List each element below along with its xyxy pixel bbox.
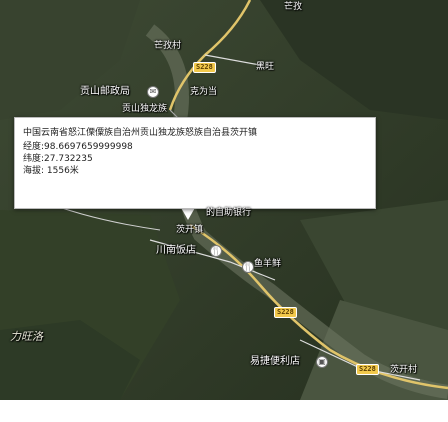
map-label-gongshan-dulong: 贡山独龙族 — [122, 104, 168, 114]
post-office-icon[interactable]: ✉ — [147, 86, 159, 98]
restaurant-icon[interactable]: 🍴 — [210, 245, 222, 257]
map-label-gongshan-post-office: 贡山邮政局 — [80, 86, 130, 97]
map-label-yijie-store: 易捷便利店 — [250, 356, 300, 367]
map-label-chakai-town: 茨开镇 — [176, 225, 204, 235]
restaurant-icon[interactable]: 🍴 — [242, 261, 254, 273]
map-label-liwangluo: 力旺洛 — [10, 330, 43, 343]
popup-latitude: 纬度:27.732235 — [23, 154, 93, 164]
map-label-chuannan-restaurant: 川南饭店 — [156, 245, 196, 256]
popup-address: 中国云南省怒江傈僳族自治州贡山独龙族怒族自治县茨开镇 — [23, 128, 258, 138]
map-label-bank: 的自助银行 — [206, 208, 252, 218]
road-shield-s228: S228 — [356, 364, 379, 375]
map-label-top: 芒孜 — [284, 2, 303, 12]
bottom-bar — [0, 400, 448, 422]
map-label-yuyangxian: 鱼羊鲜 — [254, 259, 282, 269]
map-label-chakai-village: 茨开村 — [390, 365, 418, 375]
map-label-keshou: 克为当 — [190, 87, 218, 97]
map-label-mangzi-village: 芒孜村 — [154, 41, 182, 51]
map-label-heiwang: 黑旺 — [256, 62, 275, 72]
road-shield-s228: S228 — [193, 62, 216, 73]
popup-altitude: 海拔: 1556米 — [23, 166, 79, 176]
store-icon[interactable]: ▣ — [316, 356, 328, 368]
location-info-popup[interactable]: 中国云南省怒江傈僳族自治州贡山独龙族怒族自治县茨开镇 经度:98.6697659… — [14, 117, 376, 209]
road-shield-s228: S228 — [274, 307, 297, 318]
popup-longitude: 经度:98.6697659999998 — [23, 142, 133, 152]
